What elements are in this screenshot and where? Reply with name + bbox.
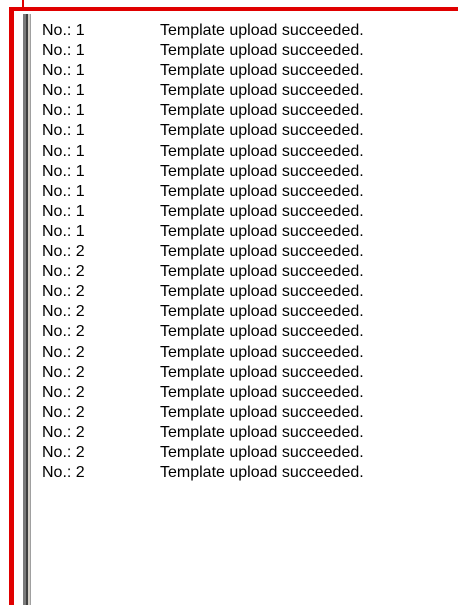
log-rows: No.: 1 Template upload succeeded. No.: 1 Te… <box>42 21 364 483</box>
template-number: No.: 2 <box>42 323 85 341</box>
template-number: No.: 2 <box>42 283 85 301</box>
list-item[interactable]: No.: 1 Template upload succeeded. <box>42 142 364 162</box>
list-item[interactable]: No.: 1 Template upload succeeded. <box>42 162 364 182</box>
status-message: Template upload succeeded. <box>160 22 364 39</box>
list-item[interactable]: No.: 2 Template upload succeeded. <box>42 403 364 423</box>
list-item[interactable]: No.: 1 Template upload succeeded. <box>42 182 364 202</box>
template-number: No.: 1 <box>42 62 85 80</box>
status-message: Template upload succeeded. <box>160 202 364 220</box>
list-item[interactable]: No.: 2 Template upload succeeded. <box>42 423 364 443</box>
template-number: No.: 1 <box>42 102 85 120</box>
status-message: Template upload succeeded. <box>160 323 364 341</box>
list-item[interactable]: No.: 2 Template upload succeeded. <box>42 343 364 363</box>
status-message: Template upload succeeded. <box>160 42 364 60</box>
list-item[interactable]: No.: 2 Template upload succeeded. <box>42 322 364 342</box>
status-message: Template upload succeeded. <box>160 162 364 180</box>
list-item[interactable]: No.: 1 Template upload succeeded. <box>42 81 364 101</box>
template-number: No.: 2 <box>42 243 85 261</box>
template-number: No.: 2 <box>42 383 85 401</box>
template-number: No.: 1 <box>42 202 85 220</box>
status-message: Template upload succeeded. <box>160 403 364 421</box>
status-message: Template upload succeeded. <box>160 283 364 301</box>
template-number: No.: 2 <box>42 303 85 321</box>
list-item[interactable]: No.: 1 Template upload succeeded. <box>42 121 364 141</box>
list-item[interactable]: No.: 2 Template upload succeeded. <box>42 463 364 483</box>
template-number: No.: 2 <box>42 464 85 482</box>
list-item[interactable]: No.: 2 Template upload succeeded. <box>42 383 364 403</box>
log-list-box[interactable]: No.: 1 Template upload succeeded. No.: 1 Te… <box>23 14 458 605</box>
status-message: Template upload succeeded. <box>160 222 364 240</box>
status-message: Template upload succeeded. <box>160 363 364 381</box>
template-number: No.: 2 <box>42 423 85 441</box>
list-item[interactable]: No.: 2 Template upload succeeded. <box>42 282 364 302</box>
status-message: Template upload succeeded. <box>160 263 364 281</box>
template-number: No.: 2 <box>42 443 85 461</box>
template-number: No.: 2 <box>42 363 85 381</box>
list-item[interactable]: No.: 2 Template upload succeeded. <box>42 443 364 463</box>
template-number: No.: 1 <box>42 162 85 180</box>
status-message: Template upload succeeded. <box>160 82 364 100</box>
status-message: Template upload succeeded. <box>160 243 364 261</box>
status-message: Template upload succeeded. <box>160 443 364 461</box>
template-number: No.: 1 <box>42 182 85 200</box>
template-number: No.: 1 <box>42 142 85 160</box>
status-message: Template upload succeeded. <box>160 122 364 140</box>
list-item[interactable]: No.: 1 Template upload succeeded. <box>42 202 364 222</box>
template-number: No.: 2 <box>42 403 85 421</box>
status-message: Template upload succeeded. <box>160 423 364 441</box>
status-message: Template upload succeeded. <box>160 102 364 120</box>
template-number: No.: 1 <box>42 122 85 140</box>
status-message: Template upload succeeded. <box>160 343 364 361</box>
list-item[interactable]: No.: 1 Template upload succeeded. <box>42 101 364 121</box>
status-message: Template upload succeeded. <box>160 303 364 321</box>
list-item[interactable]: No.: 1 Template upload succeeded. <box>42 21 364 41</box>
template-number: No.: 1 <box>42 82 85 100</box>
list-item[interactable]: No.: 2 Template upload succeeded. <box>42 302 364 322</box>
status-message: Template upload succeeded. <box>160 464 364 482</box>
template-number: No.: 1 <box>42 222 85 240</box>
status-message: Template upload succeeded. <box>160 182 364 200</box>
list-item[interactable]: No.: 2 Template upload succeeded. <box>42 242 364 262</box>
template-number: No.: 1 <box>42 22 85 39</box>
template-number: No.: 2 <box>42 263 85 281</box>
status-message: Template upload succeeded. <box>160 383 364 401</box>
status-message: Template upload succeeded. <box>160 142 364 160</box>
status-message: Template upload succeeded. <box>160 62 364 80</box>
template-number: No.: 1 <box>42 42 85 60</box>
list-item[interactable]: No.: 2 Template upload succeeded. <box>42 363 364 383</box>
list-item[interactable]: No.: 2 Template upload succeeded. <box>42 262 364 282</box>
list-item[interactable]: No.: 1 Template upload succeeded. <box>42 61 364 81</box>
template-number: No.: 2 <box>42 343 85 361</box>
list-item[interactable]: No.: 1 Template upload succeeded. <box>42 222 364 242</box>
list-item[interactable]: No.: 1 Template upload succeeded. <box>42 41 364 61</box>
